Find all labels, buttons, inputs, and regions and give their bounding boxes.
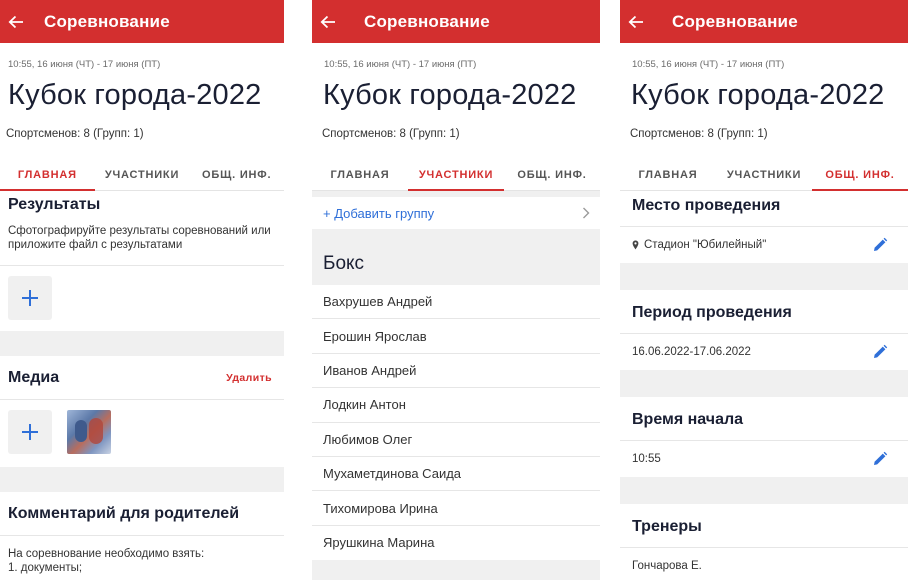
location-pin-icon <box>632 240 639 250</box>
venue-title: Место проведения <box>632 197 781 214</box>
start-time-row: 10:55 <box>620 441 908 477</box>
app-bar-title: Соревнование <box>672 11 798 31</box>
list-item[interactable]: Лодкин Антон <box>312 388 600 423</box>
athletes-count: Спортсменов: 8 (Групп: 1) <box>630 128 768 140</box>
competition-title: Кубок города-2022 <box>631 79 885 111</box>
group-header: Бокс <box>312 229 600 285</box>
tab-participants[interactable]: УЧАСТНИКИ <box>716 161 812 190</box>
section-gap <box>0 331 284 356</box>
venue-row: Стадион "Юбилейный" <box>620 227 908 263</box>
list-item[interactable]: Любимов Олег <box>312 423 600 457</box>
members-list: Вахрушев Андрей Ерошин Ярослав Иванов Ан… <box>312 285 600 560</box>
list-item[interactable]: Мухаметдинова Саида <box>312 457 600 492</box>
comment-title: Комментарий для родителей <box>8 505 240 522</box>
section-gap <box>620 477 908 504</box>
add-media-button[interactable] <box>8 410 52 454</box>
comment-text: На соревнование необходимо взять: 1. док… <box>8 547 284 575</box>
competition-dates: 10:55, 16 июня (ЧТ) - 17 июня (ПТ) <box>324 59 477 70</box>
arrow-back-icon[interactable] <box>0 0 44 43</box>
period-value: 16.06.2022-17.06.2022 <box>632 346 751 358</box>
coaches-value: Гончарова Е. <box>632 560 702 572</box>
stage: Соревнование 10:55, 16 июня (ЧТ) - 17 ию… <box>0 0 908 588</box>
start-time-title: Время начала <box>632 411 744 428</box>
tab-participants[interactable]: УЧАСТНИКИ <box>408 161 504 191</box>
coaches-title: Тренеры <box>632 518 702 535</box>
athletes-count: Спортсменов: 8 (Групп: 1) <box>6 128 144 140</box>
tab-general-info[interactable]: ОБЩ. ИНФ. <box>812 161 908 191</box>
section-gap <box>620 370 908 397</box>
section-gap <box>0 467 284 492</box>
add-group-row[interactable]: + Добавить группу <box>312 197 600 229</box>
section-gap <box>620 263 908 290</box>
media-header: Медиа Удалить <box>0 356 284 387</box>
results-hint: Сфотографируйте результаты соревнований … <box>8 225 271 251</box>
plus-icon <box>22 290 38 306</box>
tab-general-info[interactable]: ОБЩ. ИНФ. <box>504 161 600 190</box>
divider <box>620 547 908 548</box>
athletes-count: Спортсменов: 8 (Групп: 1) <box>322 128 460 140</box>
list-item[interactable]: Ерошин Ярослав <box>312 319 600 354</box>
group-name: Бокс <box>323 253 365 274</box>
chevron-right-icon <box>583 207 590 219</box>
screen-general-info: Соревнование 10:55, 16 июня (ЧТ) - 17 ию… <box>620 0 908 588</box>
tab-main[interactable]: ГЛАВНАЯ <box>0 161 95 191</box>
list-item[interactable]: Тихомирова Ирина <box>312 491 600 526</box>
add-result-button[interactable] <box>8 276 52 320</box>
pencil-icon[interactable] <box>872 344 888 360</box>
competition-title: Кубок города-2022 <box>323 79 577 111</box>
comment-line: 1. документы; <box>8 562 83 574</box>
period-title: Период проведения <box>632 304 792 321</box>
media-title: Медиа <box>8 369 60 386</box>
results-title: Результаты <box>8 196 101 213</box>
app-bar: Соревнование <box>620 0 908 43</box>
tab-bar: ГЛАВНАЯ УЧАСТНИКИ ОБЩ. ИНФ. <box>620 161 908 191</box>
app-bar: Соревнование <box>312 0 600 43</box>
app-bar-title: Соревнование <box>364 11 490 31</box>
plus-icon <box>22 424 38 440</box>
app-bar-title: Соревнование <box>44 11 170 31</box>
pencil-icon[interactable] <box>872 451 888 467</box>
arrow-back-icon[interactable] <box>620 0 664 43</box>
list-item[interactable]: Ярушкина Марина <box>312 526 600 560</box>
section-gap <box>312 560 600 581</box>
pencil-icon[interactable] <box>872 237 888 253</box>
venue-value-group: Стадион "Юбилейный" <box>632 239 766 251</box>
venue-value: Стадион "Юбилейный" <box>644 239 767 251</box>
tab-general-info[interactable]: ОБЩ. ИНФ. <box>189 161 284 190</box>
tab-main[interactable]: ГЛАВНАЯ <box>312 161 408 190</box>
media-gallery <box>0 400 284 454</box>
tab-main[interactable]: ГЛАВНАЯ <box>620 161 716 190</box>
comment-line: На соревнование необходимо взять: <box>8 548 205 560</box>
start-time-value: 10:55 <box>632 453 661 465</box>
list-item[interactable]: Иванов Андрей <box>312 354 600 389</box>
competition-dates: 10:55, 16 июня (ЧТ) - 17 июня (ПТ) <box>8 59 161 70</box>
tab-participants[interactable]: УЧАСТНИКИ <box>95 161 190 190</box>
divider <box>0 535 284 536</box>
tab-bar: ГЛАВНАЯ УЧАСТНИКИ ОБЩ. ИНФ. <box>312 161 600 191</box>
media-thumbnail[interactable] <box>67 410 111 454</box>
arrow-back-icon[interactable] <box>312 0 356 43</box>
media-delete-button[interactable]: Удалить <box>226 372 272 384</box>
app-bar: Соревнование <box>0 0 284 43</box>
add-group-button[interactable]: + Добавить группу <box>323 206 434 221</box>
screen-main: Соревнование 10:55, 16 июня (ЧТ) - 17 ию… <box>0 0 284 588</box>
period-row: 16.06.2022-17.06.2022 <box>620 334 908 370</box>
results-upload-area <box>0 266 284 320</box>
tab-bar: ГЛАВНАЯ УЧАСТНИКИ ОБЩ. ИНФ. <box>0 161 284 191</box>
screen-participants: Соревнование 10:55, 16 июня (ЧТ) - 17 ию… <box>312 0 600 588</box>
competition-title: Кубок города-2022 <box>8 79 262 111</box>
list-item[interactable]: Вахрушев Андрей <box>312 285 600 320</box>
competition-dates: 10:55, 16 июня (ЧТ) - 17 июня (ПТ) <box>632 59 785 70</box>
